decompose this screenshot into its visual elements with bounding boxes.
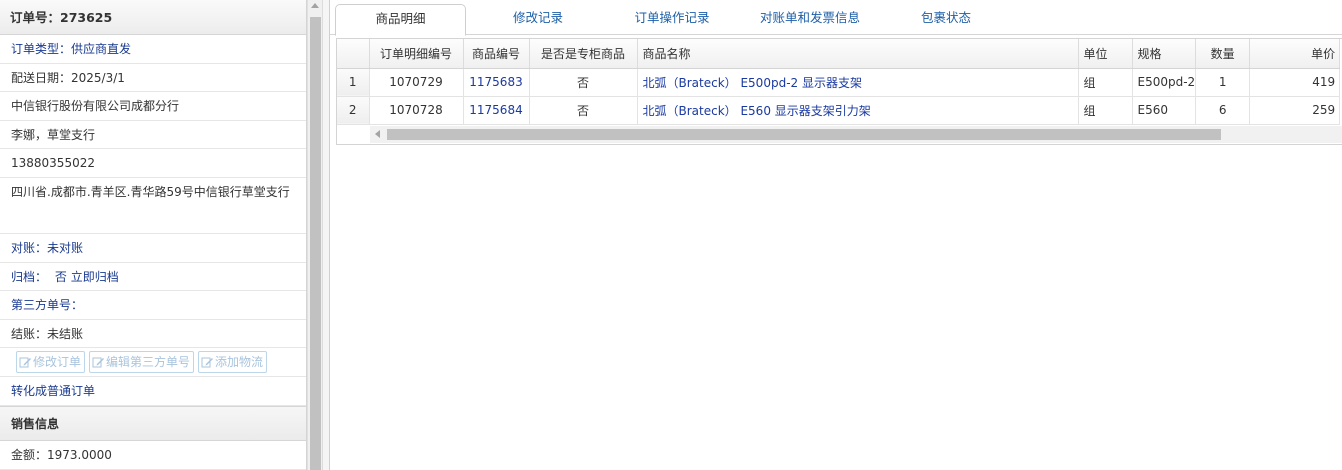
reconcile-status: 对账：未对账 [0,234,306,263]
edit-third-party-button[interactable]: 编辑第三方单号 [89,351,195,374]
archive-row: 归档： 否 立即归档 [0,263,306,292]
convert-to-normal-order-link[interactable]: 转化成普通订单 [0,377,306,406]
order-action-buttons: 修改订单 编辑第三方单号 添加物流 [0,348,306,378]
edit-icon [201,357,214,368]
detail-panel: 商品明细 修改记录 订单操作记录 对账单和发票信息 包裹状态 订单明细编号 商品… [330,0,1342,470]
col-quantity[interactable]: 数量 [1195,39,1251,69]
cell-product-name-link[interactable]: 北弧（Brateck） E500pd-2 显示器支架 [637,68,1079,97]
tab-reconcile-invoice[interactable]: 对账单和发票信息 [742,4,878,35]
cell-unit: 组 [1078,68,1133,97]
contact-name: 李娜，草堂支行 [0,121,306,150]
cell-quantity: 1 [1195,68,1251,97]
table-row[interactable]: 2 1070728 1175684 否 北弧（Brateck） E560 显示器… [337,96,1341,125]
col-counter-product[interactable]: 是否是专柜商品 [529,39,638,69]
order-type-row: 订单类型：供应商直发 [0,35,306,64]
edit-order-button[interactable]: 修改订单 [16,351,86,374]
cell-counter-product: 否 [529,96,638,125]
col-detail-id[interactable]: 订单明细编号 [369,39,464,69]
archive-label: 归档： [11,269,48,284]
arrow-up-icon[interactable] [311,3,319,8]
cell-detail-id: 1070729 [369,68,464,97]
product-detail-grid: 订单明细编号 商品编号 是否是专柜商品 商品名称 单位 规格 数量 单价 1 1… [336,38,1342,145]
product-table: 订单明细编号 商品编号 是否是专柜商品 商品名称 单位 规格 数量 单价 1 1… [337,39,1341,125]
col-product-id[interactable]: 商品编号 [463,39,530,69]
horizontal-scrollbar-thumb[interactable] [387,129,1221,140]
add-logistics-label: 添加物流 [215,355,264,370]
arrow-left-icon[interactable] [375,130,380,138]
tab-edit-history[interactable]: 修改记录 [490,4,586,35]
tab-operation-log[interactable]: 订单操作记录 [616,4,728,35]
add-logistics-button[interactable]: 添加物流 [198,351,268,374]
col-spec[interactable]: 规格 [1132,39,1197,69]
delivery-address: 四川省.成都市.青羊区.青华路59号中信银行草堂支行 [0,178,306,234]
col-price[interactable]: 单价 [1249,39,1341,69]
sales-amount: 金额：1973.0000 [0,441,306,470]
cell-price: 259 [1249,96,1341,125]
edit-icon [92,357,105,368]
settlement-status: 结账：未结账 [0,320,306,349]
cell-price: 419 [1249,68,1341,97]
col-product-name[interactable]: 商品名称 [637,39,1079,69]
panel-splitter[interactable] [322,0,330,470]
cell-product-name-link[interactable]: 北弧（Brateck） E560 显示器支架引力架 [637,96,1079,125]
cell-product-id-link[interactable]: 1175683 [463,68,530,97]
edit-icon [19,357,31,368]
archive-now-link[interactable]: 立即归档 [71,270,119,284]
edit-order-label: 修改订单 [33,355,82,370]
cell-spec: E560 [1132,96,1197,125]
col-unit[interactable]: 单位 [1078,39,1133,69]
order-info-panel: 订单号：273625 订单类型：供应商直发 配送日期：2025/3/1 中信银行… [0,0,307,470]
cell-spec: E500pd-2 [1132,68,1197,97]
tab-product-details[interactable]: 商品明细 [335,4,466,36]
cell-detail-id: 1070728 [369,96,464,125]
cell-product-id-link[interactable]: 1175684 [463,96,530,125]
table-horizontal-scrollbar[interactable] [370,126,1342,143]
delivery-date: 配送日期：2025/3/1 [0,64,306,93]
cell-unit: 组 [1078,96,1133,125]
sales-info-section-title: 销售信息 [0,405,306,441]
cell-counter-product: 否 [529,68,638,97]
order-number-header: 订单号：273625 [0,0,306,35]
tab-bar: 商品明细 修改记录 订单操作记录 对账单和发票信息 包裹状态 [330,0,1342,36]
rownum-header [337,39,370,69]
row-number: 1 [337,68,370,97]
edit-third-party-label: 编辑第三方单号 [106,355,191,370]
order-type-value: 供应商直发 [71,42,132,56]
cell-quantity: 6 [1195,96,1251,125]
tab-package-status[interactable]: 包裹状态 [905,4,987,35]
row-number: 2 [337,96,370,125]
company-name: 中信银行股份有限公司成都分行 [0,92,306,121]
third-party-number: 第三方单号： [0,291,306,320]
table-row[interactable]: 1 1070729 1175683 否 北弧（Brateck） E500pd-2… [337,68,1341,97]
archive-value: 否 [54,269,67,284]
table-header-row: 订单明细编号 商品编号 是否是专柜商品 商品名称 单位 规格 数量 单价 [337,39,1341,69]
order-type-label: 订单类型： [11,42,72,56]
phone-number: 13880355022 [0,149,306,178]
left-panel-scrollbar[interactable] [307,0,322,470]
scrollbar-thumb[interactable] [310,17,321,470]
